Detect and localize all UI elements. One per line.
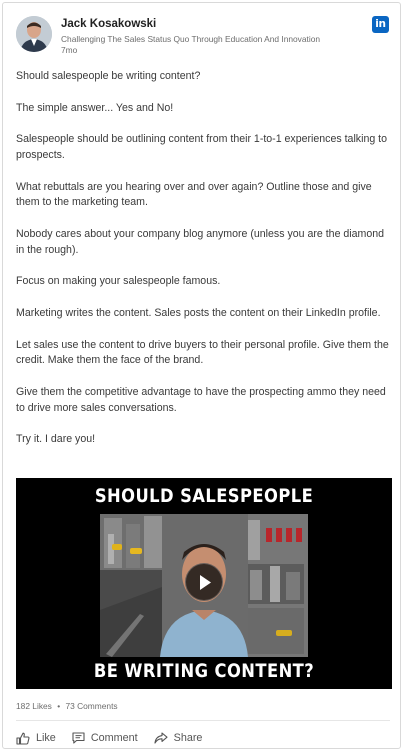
- post-paragraph: Try it. I dare you!: [16, 433, 96, 446]
- author-name[interactable]: Jack Kosakowski: [61, 18, 156, 30]
- post-paragraph: Salespeople should be outlining content …: [16, 133, 388, 161]
- author-tagline: Challenging The Sales Status Quo Through…: [61, 34, 321, 44]
- like-button[interactable]: Like: [16, 729, 56, 747]
- avatar[interactable]: [16, 16, 52, 52]
- post-body: Should salespeople be writing content? T…: [16, 69, 394, 464]
- post-header: Jack Kosakowski Challenging The Sales St…: [16, 15, 390, 57]
- engagement-stats: 182 Likes • 73 Comments: [16, 701, 118, 711]
- post-paragraph: The simple answer... Yes and No!: [16, 101, 174, 114]
- comment-button[interactable]: Comment: [72, 729, 138, 747]
- share-label: Share: [173, 732, 203, 744]
- post-paragraph: Nobody cares about your company blog any…: [16, 227, 385, 256]
- post-paragraph: Should salespeople be writing content?: [16, 70, 201, 82]
- likes-count[interactable]: 182 Likes: [16, 701, 52, 711]
- post-card: Jack Kosakowski Challenging The Sales St…: [2, 2, 401, 749]
- linkedin-icon[interactable]: in: [372, 16, 389, 33]
- video-player[interactable]: SHOULD SALESPEOPLE BE WRITING CONTENT?: [16, 478, 392, 689]
- video-title-bottom: BE WRITING CONTENT?: [93, 660, 315, 682]
- action-bar: Like Comment Share: [16, 729, 218, 747]
- video-title-top: SHOULD SALESPEOPLE: [94, 485, 314, 507]
- divider: [16, 720, 390, 721]
- post-paragraph: Focus on making your salespeople famous.: [16, 275, 221, 288]
- post-paragraph: Give them the competitive advantage to h…: [16, 385, 386, 414]
- avatar-photo: [16, 16, 52, 52]
- post-timestamp: 7mo: [61, 45, 78, 55]
- like-label: Like: [36, 732, 56, 744]
- thumbs-up-icon: [16, 732, 30, 745]
- comments-count[interactable]: 73 Comments: [65, 701, 117, 711]
- play-icon: [200, 575, 211, 590]
- stats-separator: •: [57, 701, 61, 711]
- comment-label: Comment: [90, 732, 138, 744]
- post-paragraph: Marketing writes the content. Sales post…: [16, 306, 381, 319]
- share-icon: [154, 732, 168, 744]
- post-paragraph: What rebuttals are you hearing over and …: [16, 180, 372, 209]
- comment-icon: [72, 732, 85, 744]
- post-paragraph: Let sales use the content to drive buyer…: [16, 338, 389, 367]
- share-button[interactable]: Share: [154, 729, 203, 747]
- play-button[interactable]: [185, 563, 223, 601]
